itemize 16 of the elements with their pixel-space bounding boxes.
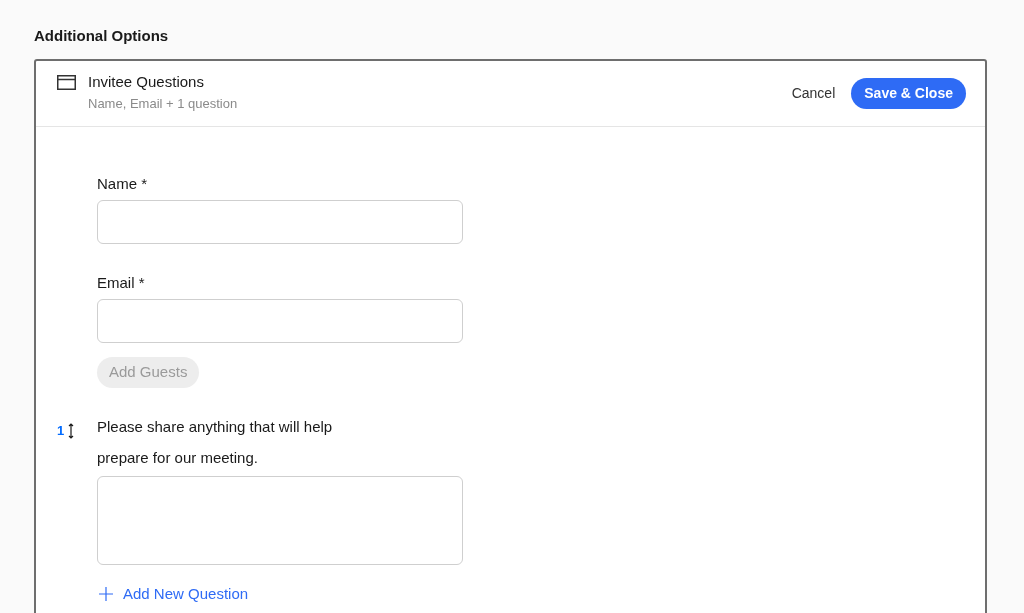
question-number: 1 <box>57 422 65 440</box>
field-label: Name * <box>97 175 149 193</box>
panel-title: Invitee Questions <box>88 72 205 92</box>
drag-handle-icon[interactable] <box>68 422 75 439</box>
add-question-link[interactable]: Add New Question <box>99 583 249 606</box>
section-title: Additional Options <box>34 27 170 45</box>
answer-textarea[interactable] <box>97 476 463 565</box>
question-label: Please share anything that will help prepare for our meeting. <box>97 417 334 468</box>
cancel-button[interactable]: Cancel <box>791 83 836 104</box>
card-icon <box>57 75 76 90</box>
field-label: Email * <box>97 274 146 292</box>
text-input-field[interactable] <box>97 200 463 244</box>
text-input-field[interactable] <box>97 299 463 343</box>
plus-icon <box>99 587 113 602</box>
panel-subtitle: Name, Email + 1 question <box>88 95 238 113</box>
save-close-button[interactable]: Save & Close <box>851 78 966 109</box>
